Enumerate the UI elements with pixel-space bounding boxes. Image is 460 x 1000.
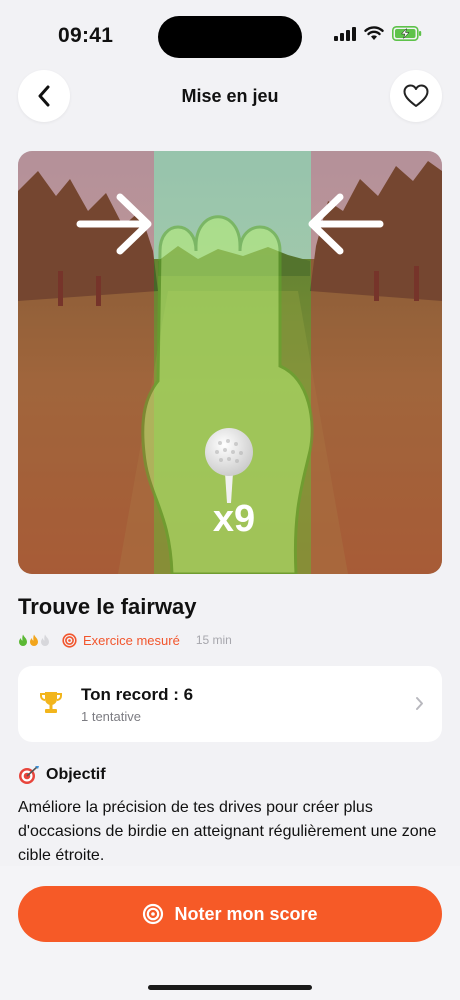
home-indicator[interactable]	[148, 985, 312, 990]
objective-heading: Objectif	[18, 765, 106, 785]
heart-icon	[403, 84, 429, 107]
flame-icon	[19, 634, 27, 646]
fairway-target-illustration: x9	[18, 151, 442, 574]
status-time: 09:41	[58, 24, 114, 47]
target-icon	[143, 903, 164, 925]
favorite-button[interactable]	[390, 70, 442, 122]
chevron-right-icon	[416, 697, 423, 710]
nav-header: Mise en jeu	[0, 70, 460, 124]
exercise-illustration: x9	[18, 151, 442, 574]
flame-outline-icon	[41, 634, 49, 646]
record-score-label: Noter mon score	[174, 903, 318, 924]
multiplier-label: x9	[213, 498, 255, 540]
status-icons	[334, 26, 422, 41]
dynamic-island	[158, 16, 302, 58]
target-icon	[62, 632, 77, 648]
wifi-icon	[364, 26, 384, 40]
status-bar: 09:41	[0, 0, 460, 70]
record-attempts: 1 tentative	[81, 709, 141, 724]
exercise-duration: 15 min	[195, 633, 232, 647]
record-title: Ton record : 6	[81, 685, 194, 704]
trophy-icon	[40, 692, 62, 713]
battery-charging-icon	[392, 26, 422, 41]
objective-title: Objectif	[46, 766, 106, 783]
record-card[interactable]: Ton record : 6 1 tentative	[18, 666, 442, 742]
signal-icon	[334, 26, 356, 41]
flame-icon	[30, 634, 38, 646]
record-score-button[interactable]: Noter mon score	[18, 886, 442, 942]
exercise-type: Exercice mesuré	[83, 632, 180, 648]
exercise-title: Trouve le fairway	[18, 594, 197, 619]
exercise-meta: Exercice mesuré 15 min	[18, 631, 232, 649]
difficulty-rating	[18, 634, 50, 647]
objective-description: Améliore la précision de tes drives pour…	[18, 799, 437, 864]
dart-target-icon	[19, 766, 39, 784]
